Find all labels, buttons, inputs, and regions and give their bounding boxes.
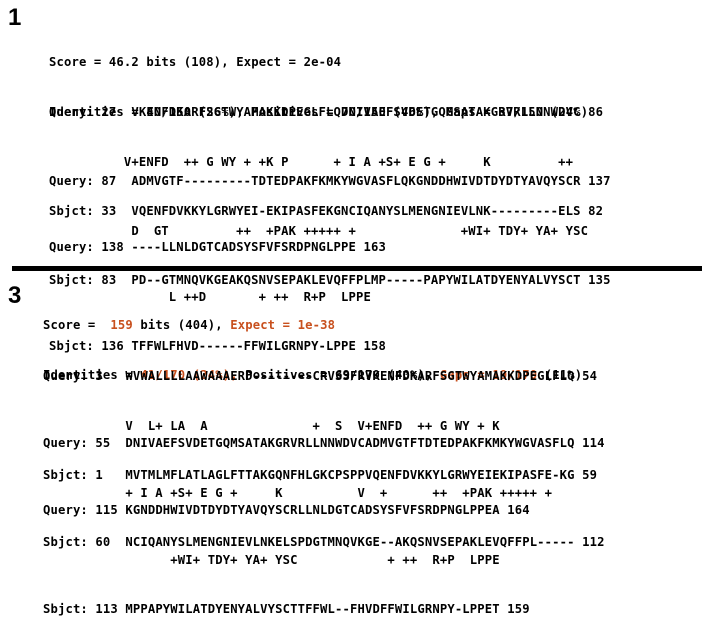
query-row: Query: 87 ADMVGTF---------TDTEDPAKFKMKYW… xyxy=(49,173,611,190)
match-row: +WI+ TDY+ YA+ YSC + ++ R+P LPPE xyxy=(43,552,500,567)
query-row: Query: 27 VKENFDKARFSGTWYAMAKKDPEGLFLQDN… xyxy=(49,104,603,121)
alignment-block: Query: 115 KGNDDHWIVDTDYDTYAVQYSCRLLNLDG… xyxy=(43,469,530,634)
bits-raw: bits (404), xyxy=(140,318,223,332)
query-sequence: ADMVGTF---------TDTEDPAKFKMKYWGVASFLQKGN… xyxy=(131,174,611,188)
score-bits: 159 xyxy=(110,318,133,332)
hit-number-3: 3 xyxy=(8,282,22,309)
query-row: Query: 3 WVWALLLLAAWAAAERD--------CRVSSF… xyxy=(43,368,597,385)
query-label: Query: 55 xyxy=(43,436,118,450)
expect-highlight: Expect = 1e-38 xyxy=(230,318,335,332)
score-line: Score = 159 bits (404), Expect = 1e-38 xyxy=(43,317,582,334)
query-sequence: WVWALLLLAAWAAAERD--------CRVSSFRVKENFDKA… xyxy=(125,369,598,383)
query-sequence: ----LLNLDGTCADSYSFVFSRDPNGLPPE 163 xyxy=(131,240,386,254)
hit-number-1: 1 xyxy=(8,4,22,31)
query-sequence: DNIVAEFSVDETGQMSATAKGRVRLLNNWDVCADMVGTFT… xyxy=(125,436,605,450)
expect-label: Expect = xyxy=(236,55,297,69)
section-divider xyxy=(12,266,702,271)
query-label: Query: 3 xyxy=(43,369,118,383)
query-label: Query: 115 xyxy=(43,503,118,517)
query-sequence: VKENFDKARFSGTWYAMAKKDPEGLFLQDNIVAEFSVDET… xyxy=(131,105,604,119)
expect-value: 2e-04 xyxy=(303,55,342,69)
query-row: Query: 138 ----LLNLDGTCADSYSFVFSRDPNGLPP… xyxy=(49,239,386,256)
bits-raw: bits (108), xyxy=(146,55,229,69)
query-label: Query: 138 xyxy=(49,240,124,254)
query-row: Query: 115 KGNDDHWIVDTDYDTYAVQYSCRLLNLDG… xyxy=(43,502,530,519)
query-sequence: KGNDDHWIVDTDYDTYAVQYSCRLLNLDGTCADSYSFVFS… xyxy=(125,503,530,517)
score-line: Score = 46.2 bits (108), Expect = 2e-04 xyxy=(49,54,588,71)
expect-label: Expect = xyxy=(230,318,291,332)
score-label: Score = xyxy=(43,318,96,332)
expect-value: 1e-38 xyxy=(297,318,336,332)
sbjct-row: Sbjct: 113 MPPAPYWILATDYENYALVYSCTTFFWL-… xyxy=(43,601,530,618)
query-row: Query: 55 DNIVAEFSVDETGQMSATAKGRVRLLNNWD… xyxy=(43,435,605,452)
query-label: Query: 27 xyxy=(49,105,124,119)
score-bits: 46.2 xyxy=(108,55,139,69)
score-label: Score = xyxy=(49,55,102,69)
sbjct-label: Sbjct: 113 xyxy=(43,602,118,616)
sbjct-sequence: MPPAPYWILATDYENYALVYSCTTFFWL--FHVDFFWILG… xyxy=(125,602,530,616)
query-label: Query: 87 xyxy=(49,174,124,188)
